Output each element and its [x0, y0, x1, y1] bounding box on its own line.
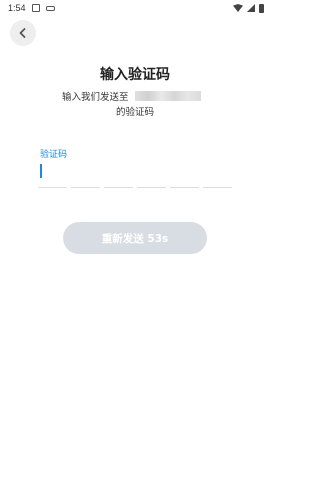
code-digit-box[interactable] [203, 160, 232, 188]
status-right [233, 3, 264, 13]
wifi-icon [233, 4, 243, 12]
signal-icon [247, 4, 255, 12]
resend-button[interactable]: 重新发送 53s [63, 222, 207, 254]
code-digit-box[interactable] [38, 160, 67, 188]
status-left: 1:54 [8, 3, 55, 13]
chevron-left-icon [19, 28, 26, 38]
text-cursor [40, 164, 42, 178]
page-title: 输入验证码 [100, 67, 170, 83]
battery-icon [259, 3, 264, 13]
code-digit-box[interactable] [104, 160, 133, 188]
code-digit-box[interactable] [71, 160, 100, 188]
verification-screen: 1:54 输入验证码 输入我们发送至 的验证码 验证码 重新发送 53s [0, 0, 270, 480]
notification-icon [31, 4, 40, 12]
code-digit-box[interactable] [170, 160, 199, 188]
subtitle-line: 输入我们发送至 [62, 89, 201, 103]
status-time: 1:54 [8, 3, 26, 13]
subtitle-suffix: 的验证码 [115, 107, 154, 118]
masked-phone-number [134, 91, 201, 101]
back-button[interactable] [10, 20, 36, 46]
code-digit-box[interactable] [137, 160, 166, 188]
notification-icon [45, 5, 55, 11]
code-label: 验证码 [40, 150, 68, 160]
subtitle-prefix: 输入我们发送至 [62, 92, 129, 103]
status-bar: 1:54 [0, 0, 270, 16]
code-input-row[interactable] [38, 160, 232, 188]
